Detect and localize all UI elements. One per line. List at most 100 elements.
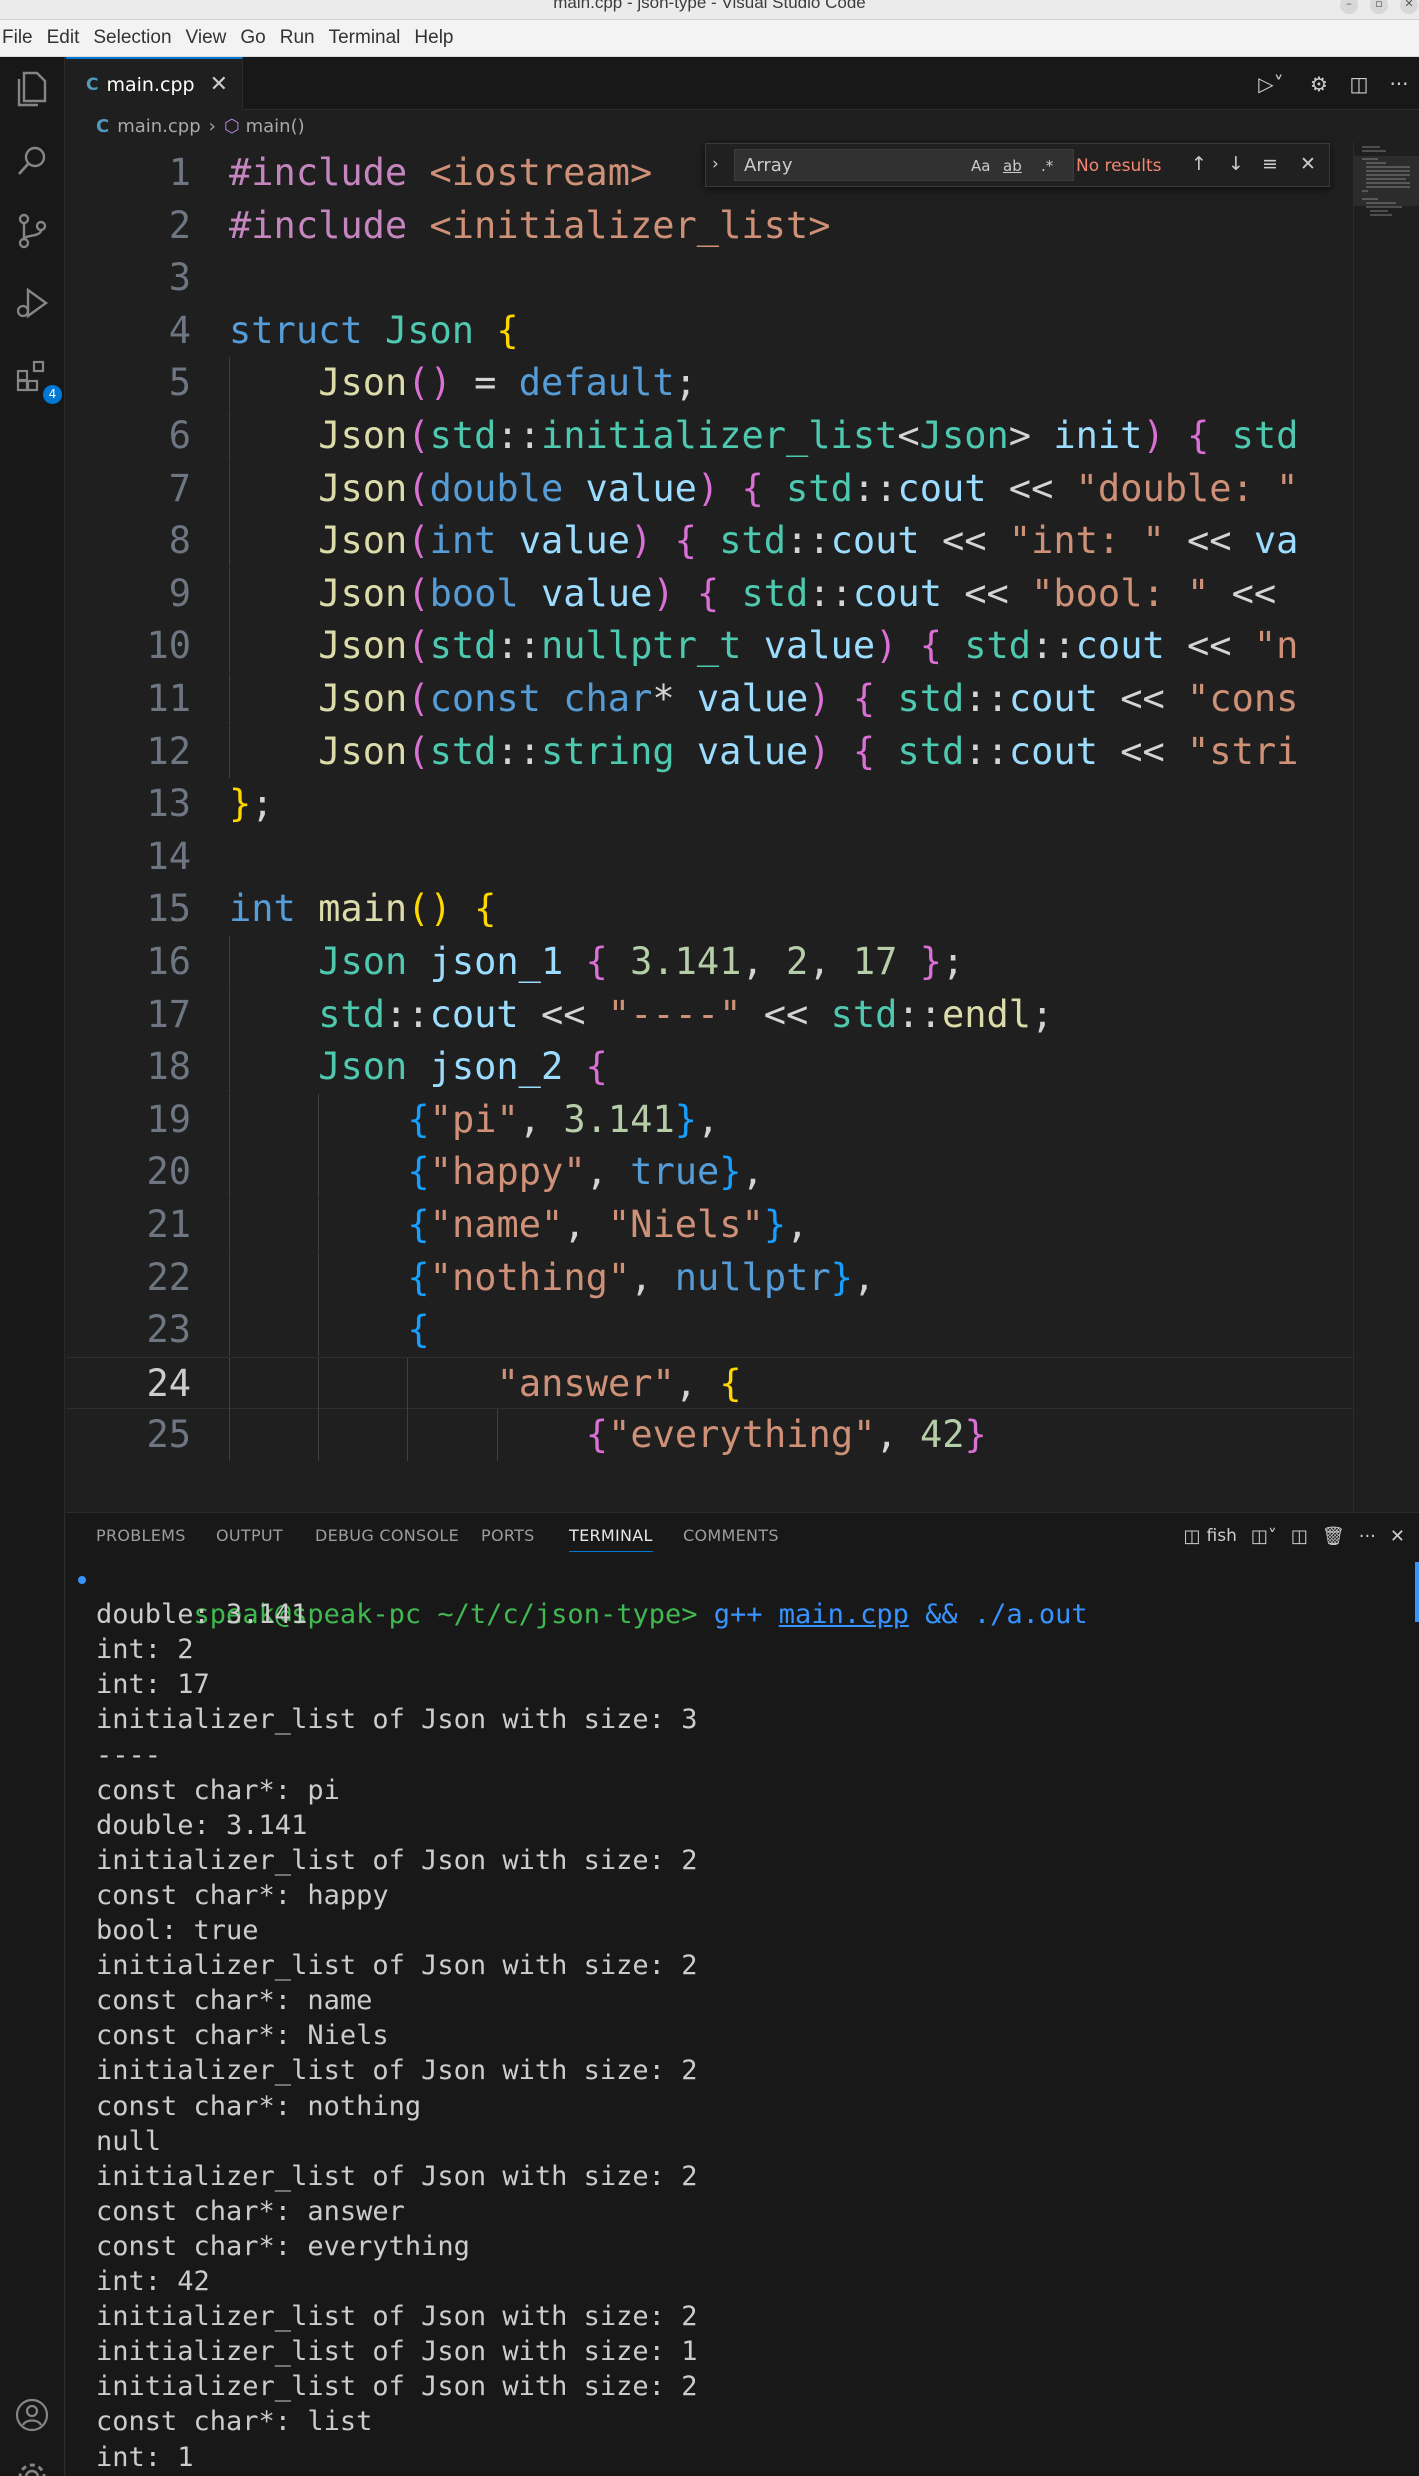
new-terminal-dropdown-icon[interactable]: ◫˅: [1251, 1526, 1277, 1547]
code-line[interactable]: 6 Json(std::initializer_list<Json> init) …: [66, 410, 1353, 462]
code-token: double: [429, 466, 564, 510]
code-token: }: [229, 782, 252, 826]
code-line[interactable]: 22 {"nothing", nullptr},: [66, 1251, 1353, 1304]
code-token: cout: [852, 571, 942, 615]
code-line[interactable]: 14: [66, 831, 1353, 883]
tab-debug-console[interactable]: DEBUG CONSOLE: [315, 1526, 459, 1545]
code-token: ;: [942, 940, 965, 983]
code-token: {: [919, 624, 942, 668]
code-token: "Niels": [607, 1203, 764, 1246]
shell-name[interactable]: fish: [1207, 1526, 1237, 1546]
find-input[interactable]: Array Aa ab .*: [734, 149, 1074, 181]
close-tab-icon[interactable]: ✕: [210, 72, 228, 97]
run-debug-dropdown-icon[interactable]: ▷˅: [1243, 72, 1299, 96]
menu-edit[interactable]: Edit: [47, 27, 80, 49]
next-match-arrow-down-icon[interactable]: ↓: [1228, 153, 1244, 175]
code-line[interactable]: 13};: [66, 778, 1353, 830]
code-token: {: [1187, 414, 1210, 457]
close-find-icon[interactable]: ✕: [1300, 153, 1316, 175]
code-token: value: [585, 466, 697, 510]
breadcrumb-file[interactable]: main.cpp: [117, 116, 200, 137]
code-line[interactable]: 4 struct Json {: [66, 305, 1353, 357]
code-token: Json: [919, 414, 1009, 457]
run-debug-icon[interactable]: [10, 281, 54, 325]
indent-guide: [229, 357, 230, 410]
code-line[interactable]: 21 {"name", "Niels"},: [66, 1199, 1353, 1251]
regex-toggle[interactable]: .*: [1041, 157, 1053, 175]
close-panel-icon[interactable]: ✕: [1390, 1526, 1405, 1547]
code-line[interactable]: 19 {"pi", 3.141},: [66, 1093, 1353, 1146]
menu-terminal[interactable]: Terminal: [329, 27, 401, 49]
window-title: main.cpp - json-type - Visual Studio Cod…: [553, 0, 866, 12]
code-line[interactable]: 10 Json(std::nullptr_t value) { std::cout…: [66, 620, 1353, 673]
code-line[interactable]: 17 std::cout << "----" << std::endl;: [66, 988, 1353, 1041]
tab-comments[interactable]: COMMENTS: [683, 1526, 779, 1545]
code-line[interactable]: 16 Json json_1 { 3.141, 2, 17 };: [66, 936, 1353, 988]
panel-tab-bar: PROBLEMS OUTPUT DEBUG CONSOLE PORTS TERM…: [66, 1513, 1419, 1557]
explorer-icon[interactable]: [10, 67, 54, 111]
settings-gear-icon[interactable]: [10, 2455, 54, 2476]
breadcrumb-symbol[interactable]: main(): [246, 116, 305, 137]
match-case-toggle[interactable]: Aa: [971, 157, 990, 175]
toggle-replace-chevron-icon[interactable]: ›: [712, 154, 719, 174]
gear-icon[interactable]: ⚙: [1299, 72, 1339, 96]
code-line[interactable]: 12 Json(std::string value) { std::cout <<…: [66, 725, 1353, 778]
code-token: "----": [607, 992, 742, 1036]
account-icon[interactable]: [10, 2393, 54, 2437]
code-token: {: [741, 466, 764, 510]
kill-terminal-trash-icon[interactable]: 🗑: [1322, 1526, 1345, 1547]
code-line[interactable]: 11 Json(const char* value) { std::cout <<…: [66, 673, 1353, 725]
menu-file[interactable]: File: [2, 27, 33, 49]
more-actions-icon[interactable]: ···: [1359, 1526, 1376, 1547]
code-token: std: [429, 624, 497, 668]
command-decoration-dot[interactable]: [78, 1576, 86, 1584]
more-actions-icon[interactable]: ···: [1379, 72, 1419, 96]
code-line[interactable]: 15 int main() {: [66, 883, 1353, 935]
tab-terminal[interactable]: TERMINAL: [569, 1526, 653, 1552]
menu-view[interactable]: View: [186, 27, 227, 49]
code-line[interactable]: 24 "answer", {: [66, 1356, 1353, 1410]
tab-ports[interactable]: PORTS: [481, 1526, 535, 1545]
code-token: ,: [808, 940, 853, 983]
search-icon[interactable]: [10, 139, 54, 183]
menu-run[interactable]: Run: [280, 27, 315, 49]
extensions-badge: 4: [43, 385, 62, 404]
find-in-selection-icon[interactable]: ≡: [1262, 153, 1278, 175]
code-token: "bool: ": [1031, 571, 1210, 615]
prompt-file-link[interactable]: main.cpp: [779, 1599, 909, 1630]
code-line[interactable]: 18 Json json_2 {: [66, 1041, 1353, 1094]
match-whole-word-toggle[interactable]: ab: [1003, 157, 1022, 175]
code-line[interactable]: 23 {: [66, 1304, 1353, 1357]
extensions-icon[interactable]: 4: [10, 353, 62, 404]
previous-match-arrow-up-icon[interactable]: ↑: [1191, 153, 1207, 175]
code-line[interactable]: 8 Json(int value) { std::cout << "int: " …: [66, 515, 1353, 568]
prompt-rest: && ./a.out: [925, 1599, 1088, 1630]
tab-main-cpp[interactable]: C main.cpp ✕: [66, 57, 243, 110]
menu-selection[interactable]: Selection: [93, 27, 171, 49]
tab-problems[interactable]: PROBLEMS: [96, 1526, 186, 1545]
menu-go[interactable]: Go: [240, 27, 265, 49]
code-line[interactable]: 7 Json(double value) { std::cout << "doub…: [66, 462, 1353, 515]
split-editor-icon[interactable]: ◫: [1339, 72, 1379, 96]
minimap[interactable]: [1353, 142, 1419, 1512]
menu-help[interactable]: Help: [414, 27, 453, 49]
code-line[interactable]: 5 Json() = default;: [66, 357, 1353, 410]
tab-output[interactable]: OUTPUT: [216, 1526, 283, 1545]
terminal-icon: ◫: [1183, 1525, 1201, 1547]
code-line[interactable]: 20 {"happy", true},: [66, 1146, 1353, 1199]
code-line[interactable]: 25 {"everything", 42}: [66, 1409, 1353, 1462]
source-control-icon[interactable]: [10, 209, 54, 253]
split-terminal-icon[interactable]: ◫: [1291, 1526, 1308, 1547]
code-editor[interactable]: 1 #include <iostream> 2 #include <initializ…: [66, 142, 1353, 1512]
code-token: ,: [518, 1097, 564, 1141]
code-token: <<: [1164, 624, 1254, 668]
code-line[interactable]: 2 #include <initializer_list>: [66, 200, 1353, 252]
terminal-output[interactable]: speak@speak-pc ~/t/c/json-type> g++ main…: [66, 1562, 1419, 2476]
code-line[interactable]: 9 Json(bool value) { std::cout << "bool: …: [66, 567, 1353, 620]
code-line[interactable]: 3: [66, 252, 1353, 304]
terminal-scrollbar[interactable]: [1415, 1562, 1419, 1622]
